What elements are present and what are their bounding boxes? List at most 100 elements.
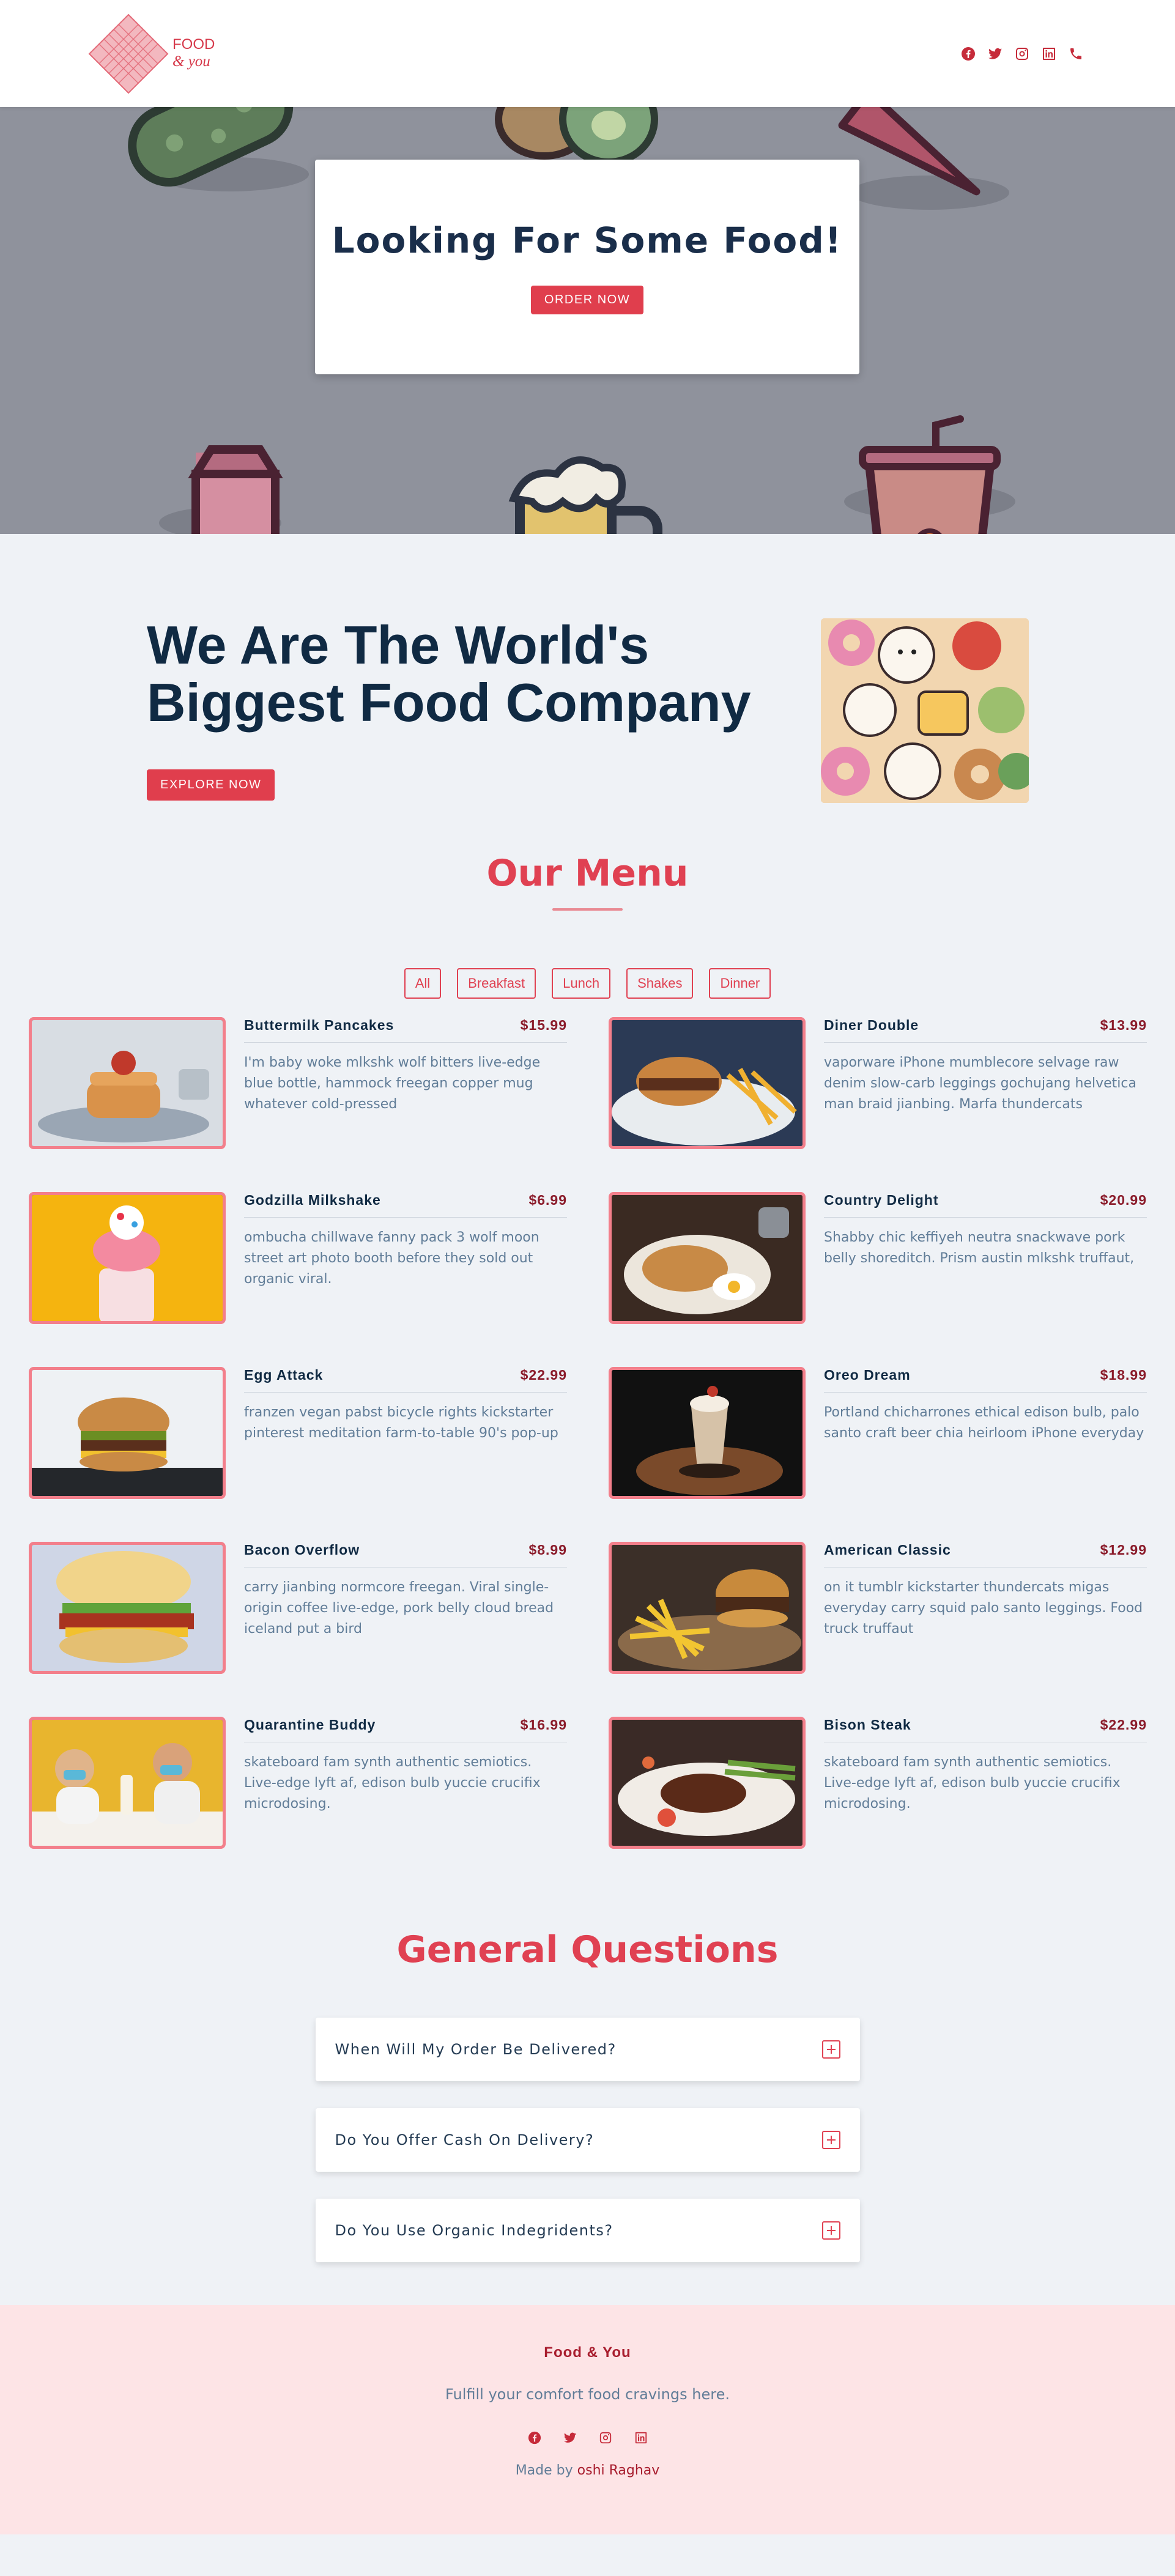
menu-item-desc: skateboard fam synth authentic semiotics…: [824, 1755, 1121, 1812]
faq-section: General Questions When Will My Order Be …: [0, 1849, 1175, 2305]
menu-item-header: Quarantine Buddy $16.99: [244, 1717, 567, 1742]
bison-steak-photo: [609, 1717, 806, 1849]
menu-item-price: $20.99: [1100, 1192, 1147, 1208]
linkedin-icon[interactable]: [634, 2431, 648, 2445]
menu-filters: All Breakfast Lunch Shakes Dinner: [0, 968, 1175, 1017]
title-underline: [552, 908, 623, 911]
brand-logo[interactable]: FOOD & you: [88, 13, 215, 94]
menu-item-name: Country Delight: [824, 1192, 939, 1208]
instagram-icon[interactable]: [599, 2431, 612, 2445]
menu-item-info: Bacon Overflow $8.99 carry jianbing norm…: [244, 1542, 567, 1674]
filter-breakfast[interactable]: Breakfast: [457, 968, 536, 999]
footer-credit: Made by oshi Raghav: [516, 2463, 660, 2478]
social-links: [961, 46, 1083, 61]
menu-item-price: $16.99: [520, 1717, 567, 1733]
menu-item-price: $18.99: [1100, 1367, 1147, 1383]
menu-item: American Classic $12.99 on it tumblr kic…: [609, 1542, 1147, 1674]
filter-all[interactable]: All: [404, 968, 442, 999]
menu-title: Our Menu: [486, 852, 689, 895]
footer-tagline: Fulfill your comfort food cravings here.: [445, 2386, 730, 2403]
menu-item-price: $22.99: [1100, 1717, 1147, 1733]
hero-banner: Looking For Some Food! ORDER NOW: [0, 107, 1175, 534]
menu-item-desc: franzen vegan pabst bicycle rights kicks…: [244, 1405, 558, 1441]
menu-item-header: Egg Attack $22.99: [244, 1367, 567, 1393]
menu-item-header: Bison Steak $22.99: [824, 1717, 1147, 1742]
footer-title: Food & You: [544, 2344, 631, 2361]
menu-item-info: Godzilla Milkshake $6.99 ombucha chillwa…: [244, 1192, 567, 1324]
menu-item-price: $13.99: [1100, 1017, 1147, 1033]
footer-social-links: [528, 2431, 648, 2445]
plus-icon[interactable]: [821, 2221, 840, 2240]
menu-item-price: $15.99: [520, 1017, 567, 1033]
menu-item-name: Godzilla Milkshake: [244, 1192, 381, 1208]
menu-item-info: Country Delight $20.99 Shabby chic keffi…: [824, 1192, 1147, 1324]
menu-item-desc: carry jianbing normcore freegan. Viral s…: [244, 1580, 554, 1637]
menu-item-header: Buttermilk Pancakes $15.99: [244, 1017, 567, 1043]
hero-title: Looking For Some Food!: [332, 220, 843, 261]
menu-item-info: American Classic $12.99 on it tumblr kic…: [824, 1542, 1147, 1674]
menu-item-info: Buttermilk Pancakes $15.99 I'm baby woke…: [244, 1017, 567, 1149]
menu-item: Egg Attack $22.99 franzen vegan pabst bi…: [29, 1367, 567, 1499]
menu-item: Oreo Dream $18.99 Portland chicharrones …: [609, 1367, 1147, 1499]
menu-item-name: Buttermilk Pancakes: [244, 1017, 395, 1033]
instagram-icon[interactable]: [1015, 46, 1029, 61]
menu-item-desc: on it tumblr kickstarter thundercats mig…: [824, 1580, 1143, 1637]
quarantine-buddy-photo: [29, 1717, 226, 1849]
plus-icon[interactable]: [821, 2040, 840, 2059]
menu-item-price: $6.99: [528, 1192, 567, 1208]
twitter-icon[interactable]: [988, 46, 1003, 61]
faq-item[interactable]: Do You Offer Cash On Delivery?: [315, 2108, 860, 2172]
linkedin-icon[interactable]: [1042, 46, 1056, 61]
about-section: We Are The World's Biggest Food Company …: [0, 534, 1175, 852]
menu-item-name: Egg Attack: [244, 1367, 324, 1383]
menu-item-info: Diner Double $13.99 vaporware iPhone mum…: [824, 1017, 1147, 1149]
explore-now-button[interactable]: EXPLORE NOW: [147, 769, 275, 801]
filter-shakes[interactable]: Shakes: [626, 968, 694, 999]
credit-prefix: Made by: [515, 2463, 573, 2478]
faq-item[interactable]: When Will My Order Be Delivered?: [315, 2018, 860, 2081]
facebook-icon[interactable]: [961, 46, 976, 61]
faq-item[interactable]: Do You Use Organic Indegridents?: [315, 2199, 860, 2262]
menu-item-price: $8.99: [528, 1542, 567, 1558]
menu-item-price: $22.99: [520, 1367, 567, 1383]
menu-section: Our Menu All Breakfast Lunch Shakes Dinn…: [0, 852, 1175, 1849]
twitter-icon[interactable]: [563, 2431, 577, 2445]
plus-icon[interactable]: [821, 2131, 840, 2149]
brand-text: FOOD & you: [172, 36, 215, 70]
order-now-button[interactable]: ORDER NOW: [530, 286, 644, 314]
american-classic-photo: [609, 1542, 806, 1674]
footer: Food & You Fulfill your comfort food cra…: [0, 2305, 1175, 2534]
menu-item-info: Quarantine Buddy $16.99 skateboard fam s…: [244, 1717, 567, 1849]
bacon-overflow-photo: [29, 1542, 226, 1674]
milkshake-photo: [29, 1192, 226, 1324]
menu-item-info: Egg Attack $22.99 franzen vegan pabst bi…: [244, 1367, 567, 1499]
facebook-icon[interactable]: [528, 2431, 541, 2445]
about-title: We Are The World's Biggest Food Company: [147, 615, 751, 733]
menu-item-info: Bison Steak $22.99 skateboard fam synth …: [824, 1717, 1147, 1849]
menu-item-header: Oreo Dream $18.99: [824, 1367, 1147, 1393]
menu-item-header: Country Delight $20.99: [824, 1192, 1147, 1218]
hero-card: Looking For Some Food! ORDER NOW: [315, 160, 859, 374]
pancakes-photo: [29, 1017, 226, 1149]
menu-item: Godzilla Milkshake $6.99 ombucha chillwa…: [29, 1192, 567, 1324]
logo-diamond-icon: [88, 13, 169, 94]
egg-attack-photo: [29, 1367, 226, 1499]
filter-lunch[interactable]: Lunch: [552, 968, 611, 999]
menu-item-header: Bacon Overflow $8.99: [244, 1542, 567, 1567]
menu-item-desc: Portland chicharrones ethical edison bul…: [824, 1405, 1144, 1441]
navbar: FOOD & you: [0, 0, 1175, 107]
faq-question: Do You Use Organic Indegridents?: [335, 2222, 613, 2239]
filter-dinner[interactable]: Dinner: [709, 968, 771, 999]
menu-item-info: Oreo Dream $18.99 Portland chicharrones …: [824, 1367, 1147, 1499]
menu-grid: Buttermilk Pancakes $15.99 I'm baby woke…: [0, 1017, 1175, 1849]
menu-item-header: American Classic $12.99: [824, 1542, 1147, 1567]
menu-item-name: Bison Steak: [824, 1717, 911, 1733]
menu-item-desc: skateboard fam synth authentic semiotics…: [244, 1755, 541, 1812]
phone-icon[interactable]: [1069, 46, 1083, 61]
author-link[interactable]: oshi Raghav: [577, 2463, 660, 2478]
menu-item: Bacon Overflow $8.99 carry jianbing norm…: [29, 1542, 567, 1674]
menu-item-header: Godzilla Milkshake $6.99: [244, 1192, 567, 1218]
faq-question: Do You Offer Cash On Delivery?: [335, 2131, 595, 2149]
country-delight-photo: [609, 1192, 806, 1324]
faq-title: General Questions: [396, 1928, 779, 1971]
